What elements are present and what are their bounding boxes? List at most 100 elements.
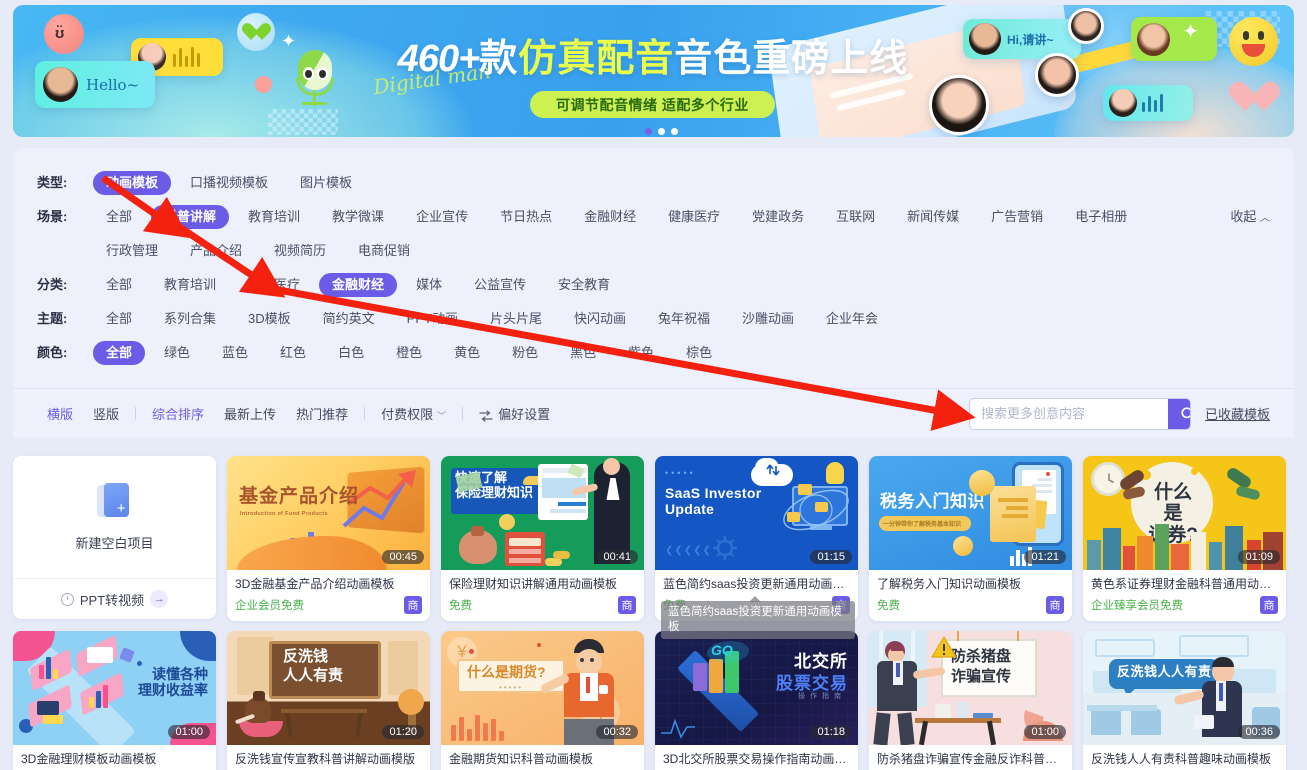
- filter-type-kouBoShiPin[interactable]: 口播视频模板: [177, 171, 281, 195]
- search-button[interactable]: [1167, 398, 1190, 429]
- filter-scene-10[interactable]: 新闻传媒: [894, 205, 972, 229]
- filter-theme-2[interactable]: 3D模板: [235, 307, 304, 331]
- filter-type-tuPian[interactable]: 图片模板: [287, 171, 365, 195]
- filter-items-type: 动画模板 口播视频模板 图片模板: [93, 166, 1270, 200]
- filter-theme-3[interactable]: 简约英文: [310, 307, 388, 331]
- filter-scene-14[interactable]: 产品介绍: [177, 239, 255, 263]
- filter-color-0[interactable]: 全部: [93, 341, 146, 365]
- card-title: 3D北交所股票交易操作指南动画模板: [663, 752, 850, 766]
- orientation-landscape[interactable]: 横版: [37, 404, 83, 423]
- promo-banner[interactable]: ʊ̈ ✦ Hello~ Hi,请讲~ ✦ Digital man 460+款仿真…: [13, 5, 1294, 137]
- filter-color-5[interactable]: 橙色: [383, 341, 435, 365]
- filter-cat-3[interactable]: 金融财经: [319, 273, 398, 297]
- ppt-to-video-action[interactable]: PPT转视频 →: [13, 579, 216, 619]
- filter-color-3[interactable]: 红色: [267, 341, 319, 365]
- tooltip-arrow: [749, 596, 761, 602]
- filter-scene-0[interactable]: 全部: [93, 205, 145, 229]
- orientation-portrait[interactable]: 竖版: [83, 404, 129, 423]
- filter-scene-12[interactable]: 电子相册: [1062, 205, 1140, 229]
- template-card[interactable]: ¥ ¥ 什么是期货? •••••: [441, 631, 644, 770]
- new-blank-project-card[interactable]: 新建空白项目 PPT转视频 →: [13, 456, 216, 619]
- duration-badge: 00:36: [1238, 725, 1280, 739]
- filter-scene-7[interactable]: 健康医疗: [655, 205, 733, 229]
- filter-scene-2[interactable]: 教育培训: [235, 205, 313, 229]
- filter-type-dongHuaMoBan[interactable]: 动画模板: [93, 171, 172, 195]
- card-price: 免费: [449, 600, 472, 612]
- template-card[interactable]: 反洗钱 人人有责 01:20 反洗钱宣传宣教科普讲解动画模版: [227, 631, 430, 770]
- tooltip-text: 蓝色简约saas投资更新通用动画模板: [668, 606, 842, 633]
- duration-badge: 00:41: [596, 550, 638, 564]
- template-thumbnail: 读懂各种 理财收益率 01:00: [13, 631, 216, 745]
- commercial-badge: 商: [1046, 596, 1064, 614]
- filter-cat-5[interactable]: 公益宣传: [461, 273, 539, 297]
- template-thumbnail: ¥ ¥ 什么是期货? •••••: [441, 631, 644, 745]
- filter-scene-5[interactable]: 节日热点: [487, 205, 565, 229]
- filter-theme-7[interactable]: 兔年祝福: [645, 307, 723, 331]
- search-input[interactable]: [969, 398, 1168, 429]
- carousel-dot-1[interactable]: [645, 128, 652, 135]
- card-meta: 3D金融理财模板动画模板: [13, 745, 216, 770]
- filter-theme-0[interactable]: 全部: [93, 307, 145, 331]
- filter-color-6[interactable]: 黄色: [441, 341, 493, 365]
- blank-card-top: 新建空白项目: [13, 456, 216, 579]
- card-title: 保险理财知识讲解通用动画模板: [449, 577, 618, 591]
- filter-color-7[interactable]: 粉色: [499, 341, 551, 365]
- filter-scene-15[interactable]: 视频简历: [261, 239, 339, 263]
- filter-theme-6[interactable]: 快闪动画: [561, 307, 639, 331]
- filter-theme-8[interactable]: 沙雕动画: [729, 307, 807, 331]
- template-card[interactable]: 反洗钱人人有责 00:36 反洗钱人人有责科普趣味动画模板: [1083, 631, 1286, 770]
- carousel-dot-3[interactable]: [671, 128, 678, 135]
- filter-color-4[interactable]: 白色: [325, 341, 377, 365]
- commercial-badge: 商: [1260, 596, 1278, 614]
- filter-color-9[interactable]: 紫色: [615, 341, 667, 365]
- sort-comprehensive[interactable]: 综合排序: [142, 404, 214, 423]
- paid-permission-dropdown[interactable]: 付费权限 ﹀: [371, 404, 456, 423]
- commercial-badge: 商: [404, 596, 422, 614]
- search-box[interactable]: [968, 397, 1191, 430]
- preference-settings[interactable]: 偏好设置: [469, 404, 560, 423]
- duration-badge: 01:18: [810, 725, 852, 739]
- filter-collapse-label: 收起: [1230, 209, 1257, 224]
- template-card[interactable]: 税务入门知识 一分钟带你了解税务基本知识 01:21 了解税务入门知识动画模板 …: [869, 456, 1072, 621]
- template-card[interactable]: GO 北交所 股票交易 操作指南 01:18 3D北交所股票交易操作指南动画模板: [655, 631, 858, 770]
- filter-scene-3[interactable]: 教学微课: [319, 205, 397, 229]
- filter-color-1[interactable]: 绿色: [151, 341, 203, 365]
- template-center-page: ʊ̈ ✦ Hello~ Hi,请讲~ ✦ Digital man 460+款仿真…: [0, 0, 1307, 770]
- filter-scene-11[interactable]: 广告营销: [978, 205, 1056, 229]
- carousel-dot-2[interactable]: [658, 128, 665, 135]
- filter-cat-4[interactable]: 媒体: [403, 273, 455, 297]
- filter-color-2[interactable]: 蓝色: [209, 341, 261, 365]
- sort-newest[interactable]: 最新上传: [214, 404, 286, 423]
- template-card[interactable]: 基金产品介绍 Introduction of Fund Products 00:…: [227, 456, 430, 621]
- filter-scene-16[interactable]: 电商促销: [345, 239, 423, 263]
- filter-scene-13[interactable]: 行政管理: [93, 239, 171, 263]
- favorited-templates-link[interactable]: 已收藏模板: [1205, 404, 1270, 423]
- template-card[interactable]: 快速了解 保险理财知识 00:41 保险理财知识讲解通用动画模板 免费 商: [441, 456, 644, 621]
- filter-cat-1[interactable]: 教育培训: [151, 273, 229, 297]
- sort-popular[interactable]: 热门推荐: [286, 404, 358, 423]
- template-card[interactable]: 防杀猪盘 诈骗宣传 01:00 防杀猪盘诈骗宣传金融反诈科普动...: [869, 631, 1072, 770]
- filter-scene-4[interactable]: 企业宣传: [403, 205, 481, 229]
- template-card[interactable]: 什么是 证券? 01:09 黄色系证券理财金融科普通用动画... 企业臻享会员免…: [1083, 456, 1286, 621]
- filter-cat-2[interactable]: 健康医疗: [235, 273, 313, 297]
- filter-color-8[interactable]: 黑色: [557, 341, 609, 365]
- toolbar-right-group: 已收藏模板: [968, 397, 1270, 430]
- filter-scene-8[interactable]: 党建政务: [739, 205, 817, 229]
- filter-theme-5[interactable]: 片头片尾: [477, 307, 555, 331]
- filter-cat-6[interactable]: 安全教育: [545, 273, 623, 297]
- filter-scene-9[interactable]: 互联网: [823, 205, 888, 229]
- banner-carousel-dots[interactable]: [645, 128, 678, 135]
- filter-scene-1[interactable]: 科普讲解: [151, 205, 230, 229]
- template-card[interactable]: 读懂各种 理财收益率 01:00 3D金融理财模板动画模板: [13, 631, 216, 770]
- filter-cat-0[interactable]: 全部: [93, 273, 145, 297]
- filter-theme-1[interactable]: 系列合集: [151, 307, 229, 331]
- filter-collapse-toggle[interactable]: 收起 ︿: [1220, 200, 1270, 236]
- green-heart-bubble: [237, 13, 275, 51]
- filter-theme-4[interactable]: PPT动画: [394, 307, 471, 331]
- chat-bubble-green: [1131, 17, 1217, 61]
- thumb-title: 反洗钱 人人有责: [283, 648, 344, 684]
- filter-scene-6[interactable]: 金融财经: [571, 205, 649, 229]
- filter-color-10[interactable]: 棕色: [673, 341, 725, 365]
- banner-title-highlight: 仿真配音: [518, 38, 675, 80]
- filter-theme-9[interactable]: 企业年会: [813, 307, 891, 331]
